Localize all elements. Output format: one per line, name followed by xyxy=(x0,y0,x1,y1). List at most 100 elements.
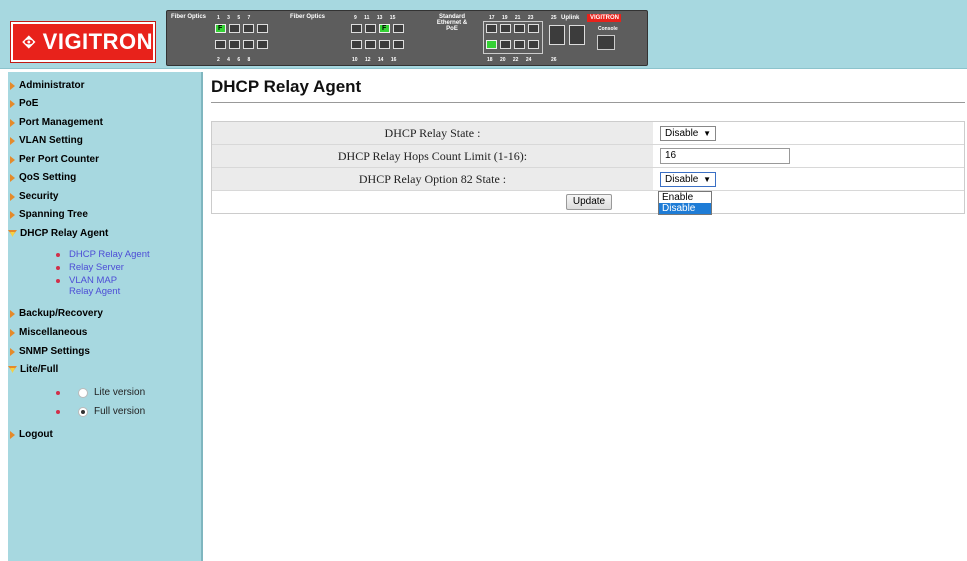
logo-text: VIGITRON xyxy=(42,29,153,54)
port-icon xyxy=(500,40,511,49)
port-icon xyxy=(257,40,268,49)
port-numbers-top-2: 9 11 13 15 xyxy=(354,15,396,21)
port-icon xyxy=(514,40,525,49)
port-led-icon: F xyxy=(215,24,226,33)
sidebar-item-spanning-tree[interactable]: Spanning Tree xyxy=(8,209,88,220)
panel-label-uplink: Uplink xyxy=(561,15,580,21)
arrow-right-icon xyxy=(10,81,15,90)
form-row-hops: DHCP Relay Hops Count Limit (1-16): 16 xyxy=(212,145,964,168)
port-numbers-bottom-2: 10 12 14 16 xyxy=(352,57,397,63)
sidebar-item-vlan-setting[interactable]: VLAN Setting xyxy=(8,135,83,146)
port-icon xyxy=(393,24,404,33)
uplink-port-icon xyxy=(569,25,585,45)
panel-label-standard: Standard Ethernet & PoE xyxy=(436,14,468,32)
port-icon xyxy=(229,40,240,49)
dropdown-option-enable[interactable]: Enable xyxy=(659,192,711,203)
bullet-icon xyxy=(56,253,60,257)
port-icon xyxy=(215,40,226,49)
dropdown-option-disable[interactable]: Disable xyxy=(659,203,711,214)
arrow-right-icon xyxy=(10,192,15,201)
switch-front-panel: Fiber Optics Fiber Optics Standard Ether… xyxy=(166,10,648,66)
port-numbers-top-1: 1 3 5 7 xyxy=(217,15,251,21)
arrow-right-icon xyxy=(10,347,15,356)
option82-label: DHCP Relay Option 82 State : xyxy=(212,168,653,190)
panel-brand-logo: VIGITRON xyxy=(587,14,621,22)
sidebar-item-per-port-counter[interactable]: Per Port Counter xyxy=(8,154,99,165)
arrow-right-icon xyxy=(10,210,15,219)
eye-logo-icon xyxy=(22,35,36,49)
chevron-down-icon: ▼ xyxy=(703,175,711,184)
sidebar-item-poe[interactable]: PoE xyxy=(8,98,38,109)
radio-lite-version[interactable] xyxy=(78,387,88,398)
panel-label-console: Console xyxy=(598,26,618,32)
port-number-26: 26 xyxy=(551,57,557,63)
sidebar-item-security[interactable]: Security xyxy=(8,191,58,202)
sidebar-item-qos-setting[interactable]: QoS Setting xyxy=(8,172,76,183)
expanded-arrow-icon xyxy=(8,230,17,237)
sidebar-item-backup-recovery[interactable]: Backup/Recovery xyxy=(8,308,103,319)
port-icon xyxy=(379,40,390,49)
sidebar-item-logout[interactable]: Logout xyxy=(8,429,53,440)
option-lite-version[interactable]: Lite version xyxy=(56,387,145,398)
update-button[interactable]: Update xyxy=(566,194,612,210)
hops-limit-label: DHCP Relay Hops Count Limit (1-16): xyxy=(212,145,653,167)
bullet-icon xyxy=(56,409,60,414)
vigitron-logo: VIGITRON xyxy=(11,22,155,62)
option82-select[interactable]: Disable ▼ xyxy=(660,172,716,187)
arrow-right-icon xyxy=(10,118,15,127)
panel-label-fiber-1: Fiber Optics xyxy=(171,14,207,20)
port-icon xyxy=(351,24,362,33)
radio-full-version[interactable] xyxy=(78,406,88,417)
sidebar-item-miscellaneous[interactable]: Miscellaneous xyxy=(8,327,87,338)
port-icon xyxy=(365,40,376,49)
dhcp-relay-form: DHCP Relay State : Disable ▼ DHCP Relay H… xyxy=(211,121,965,214)
sidebar-item-administrator[interactable]: Administrator xyxy=(8,80,85,91)
expanded-arrow-icon xyxy=(8,366,17,373)
option-full-version[interactable]: Full version xyxy=(56,406,145,417)
title-divider xyxy=(211,102,965,103)
form-row-option82: DHCP Relay Option 82 State : Disable ▼ xyxy=(212,168,964,191)
arrow-right-icon xyxy=(10,99,15,108)
port-led-icon xyxy=(486,40,497,49)
port-icon xyxy=(229,24,240,33)
port-icon xyxy=(500,24,511,33)
arrow-right-icon xyxy=(10,430,15,439)
panel-label-fiber-2: Fiber Optics xyxy=(290,14,326,20)
sub-item-relay-server[interactable]: Relay Server xyxy=(56,262,124,273)
port-icon xyxy=(393,40,404,49)
port-numbers-bottom-3: 18 20 22 24 xyxy=(487,57,532,63)
arrow-right-icon xyxy=(10,328,15,337)
bullet-icon xyxy=(56,279,60,283)
port-icon xyxy=(486,24,497,33)
arrow-right-icon xyxy=(10,173,15,182)
port-number-25: 25 xyxy=(551,15,557,21)
port-icon xyxy=(514,24,525,33)
hops-limit-input[interactable]: 16 xyxy=(660,148,790,164)
arrow-right-icon xyxy=(10,309,15,318)
arrow-right-icon xyxy=(10,136,15,145)
bullet-icon xyxy=(56,266,60,270)
port-icon xyxy=(365,24,376,33)
header-banner: VIGITRON Fiber Optics Fiber Optics Stand… xyxy=(0,0,967,69)
sidebar-item-snmp-settings[interactable]: SNMP Settings xyxy=(8,346,90,357)
bullet-icon xyxy=(56,390,60,395)
port-led-icon: F xyxy=(379,24,390,33)
sub-item-dhcp-relay-agent[interactable]: DHCP Relay Agent xyxy=(56,249,150,260)
arrow-right-icon xyxy=(10,155,15,164)
console-port-icon xyxy=(597,35,615,50)
form-row-actions: Update xyxy=(212,191,964,213)
sidebar-item-dhcp-relay-agent[interactable]: DHCP Relay Agent xyxy=(8,228,108,239)
port-icon xyxy=(528,24,539,33)
page-title: DHCP Relay Agent xyxy=(211,77,362,96)
sidebar-nav: Administrator PoE Port Management VLAN S… xyxy=(8,72,203,561)
sub-item-vlan-map-relay-agent[interactable]: VLAN MAP Relay Agent xyxy=(56,275,156,297)
relay-state-select[interactable]: Disable ▼ xyxy=(660,126,716,141)
sidebar-item-port-management[interactable]: Port Management xyxy=(8,117,103,128)
port-icon xyxy=(257,24,268,33)
port-numbers-bottom-1: 2 4 6 8 xyxy=(217,57,251,63)
sidebar-item-lite-full[interactable]: Lite/Full xyxy=(8,364,58,375)
form-row-state: DHCP Relay State : Disable ▼ xyxy=(212,122,964,145)
option82-dropdown-list: Enable Disable xyxy=(658,191,712,215)
port-icon xyxy=(243,24,254,33)
port-icon xyxy=(528,40,539,49)
